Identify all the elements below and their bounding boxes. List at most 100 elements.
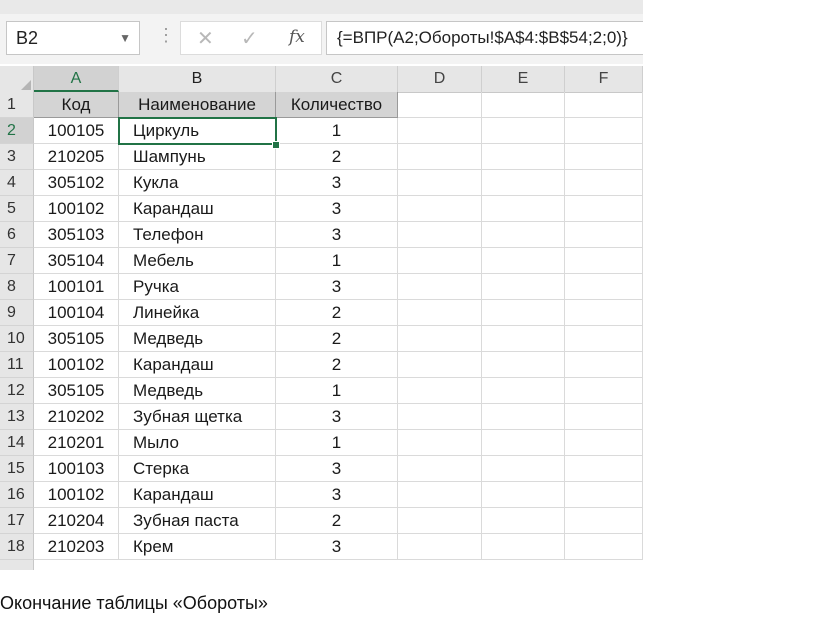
cell-quantity[interactable]: 2 [276, 326, 398, 352]
cell-code[interactable]: 100101 [34, 274, 119, 300]
cell-e[interactable] [482, 482, 565, 508]
cell-quantity[interactable]: 2 [276, 352, 398, 378]
cell-e[interactable] [482, 118, 565, 144]
cell-d[interactable] [398, 404, 482, 430]
cell-f[interactable] [565, 534, 643, 560]
row-header[interactable]: 14 [0, 430, 34, 456]
cell-quantity[interactable]: 3 [276, 482, 398, 508]
cell-code[interactable]: 305103 [34, 222, 119, 248]
cell-f[interactable] [565, 118, 643, 144]
cell-code[interactable]: 100102 [34, 482, 119, 508]
row-header[interactable]: 1 [0, 92, 34, 118]
header-cell-quantity[interactable]: Количество [276, 92, 398, 118]
cell-quantity[interactable]: 1 [276, 118, 398, 144]
cell-f[interactable] [565, 300, 643, 326]
cell-d[interactable] [398, 222, 482, 248]
row-header[interactable]: 17 [0, 508, 34, 534]
row-header[interactable]: 15 [0, 456, 34, 482]
cell-name[interactable]: Мыло [119, 430, 276, 456]
cell-name[interactable]: Шампунь [119, 144, 276, 170]
cell-code[interactable]: 100102 [34, 352, 119, 378]
formula-input[interactable]: {=ВПР(A2;Обороты!$A$4:$B$54;2;0)} [326, 21, 643, 55]
cell-quantity[interactable]: 3 [276, 534, 398, 560]
cell-e[interactable] [482, 170, 565, 196]
column-header-b[interactable]: B [119, 66, 276, 92]
row-header[interactable]: 16 [0, 482, 34, 508]
cell-e[interactable] [482, 430, 565, 456]
cell-d[interactable] [398, 508, 482, 534]
cell-name[interactable]: Карандаш [119, 482, 276, 508]
cell-quantity[interactable]: 3 [276, 222, 398, 248]
insert-function-icon[interactable]: fx [289, 27, 305, 47]
cell-quantity[interactable]: 3 [276, 274, 398, 300]
cell-quantity[interactable]: 1 [276, 378, 398, 404]
cell-code[interactable]: 210204 [34, 508, 119, 534]
cell-quantity[interactable]: 1 [276, 430, 398, 456]
cell-code[interactable]: 305102 [34, 170, 119, 196]
cell-e[interactable] [482, 326, 565, 352]
cell-name[interactable]: Зубная щетка [119, 404, 276, 430]
row-header[interactable]: 3 [0, 144, 34, 170]
cell-f[interactable] [565, 430, 643, 456]
cell-quantity[interactable]: 3 [276, 456, 398, 482]
cell-name[interactable]: Циркуль [119, 118, 276, 144]
cell-code[interactable]: 305105 [34, 326, 119, 352]
header-cell-name[interactable]: Наименование [119, 92, 276, 118]
cell-f[interactable] [565, 248, 643, 274]
cell-quantity[interactable]: 3 [276, 404, 398, 430]
cell-f[interactable] [565, 274, 643, 300]
cell-code[interactable]: 100105 [34, 118, 119, 144]
cell-d[interactable] [398, 482, 482, 508]
column-header-d[interactable]: D [398, 66, 482, 92]
cell-d[interactable] [398, 430, 482, 456]
header-cell-code[interactable]: Код [34, 92, 119, 118]
row-header[interactable]: 13 [0, 404, 34, 430]
cell-f[interactable] [565, 92, 643, 118]
row-header[interactable]: 12 [0, 378, 34, 404]
cell-name[interactable]: Медведь [119, 326, 276, 352]
cell-code[interactable]: 100104 [34, 300, 119, 326]
row-header[interactable]: 4 [0, 170, 34, 196]
enter-check-icon[interactable]: ✓ [241, 26, 258, 51]
cell-code[interactable]: 305104 [34, 248, 119, 274]
cell-quantity[interactable]: 2 [276, 144, 398, 170]
cell-quantity[interactable]: 2 [276, 508, 398, 534]
column-header-f[interactable]: F [565, 66, 643, 92]
cell-f[interactable] [565, 326, 643, 352]
cell-e[interactable] [482, 456, 565, 482]
row-header[interactable]: 8 [0, 274, 34, 300]
cell-f[interactable] [565, 508, 643, 534]
cell-d[interactable] [398, 118, 482, 144]
cell-code[interactable]: 100103 [34, 456, 119, 482]
cell-d[interactable] [398, 170, 482, 196]
row-header[interactable]: 7 [0, 248, 34, 274]
cell-f[interactable] [565, 352, 643, 378]
cell-name[interactable]: Мебель [119, 248, 276, 274]
cell-code[interactable]: 210201 [34, 430, 119, 456]
row-header[interactable]: 11 [0, 352, 34, 378]
cell-name[interactable]: Кукла [119, 170, 276, 196]
cell-e[interactable] [482, 352, 565, 378]
formula-bar-grip-icon[interactable]: ⋮ [157, 25, 175, 46]
row-header[interactable]: 5 [0, 196, 34, 222]
cell-f[interactable] [565, 482, 643, 508]
cell-name[interactable]: Карандаш [119, 196, 276, 222]
cell-name[interactable]: Зубная паста [119, 508, 276, 534]
cell-code[interactable]: 210205 [34, 144, 119, 170]
cell-quantity[interactable]: 3 [276, 170, 398, 196]
row-header[interactable]: 2 [0, 118, 34, 144]
row-header[interactable]: 9 [0, 300, 34, 326]
cell-e[interactable] [482, 404, 565, 430]
cell-code[interactable]: 210203 [34, 534, 119, 560]
cell-name[interactable]: Линейка [119, 300, 276, 326]
cell-d[interactable] [398, 274, 482, 300]
cell-e[interactable] [482, 274, 565, 300]
cell-quantity[interactable]: 3 [276, 196, 398, 222]
cell-d[interactable] [398, 144, 482, 170]
cell-code[interactable]: 305105 [34, 378, 119, 404]
cancel-x-icon[interactable]: ✕ [197, 26, 214, 51]
cell-code[interactable]: 210202 [34, 404, 119, 430]
cell-d[interactable] [398, 326, 482, 352]
name-box[interactable]: B2 ▼ [6, 21, 140, 55]
cell-code[interactable]: 100102 [34, 196, 119, 222]
